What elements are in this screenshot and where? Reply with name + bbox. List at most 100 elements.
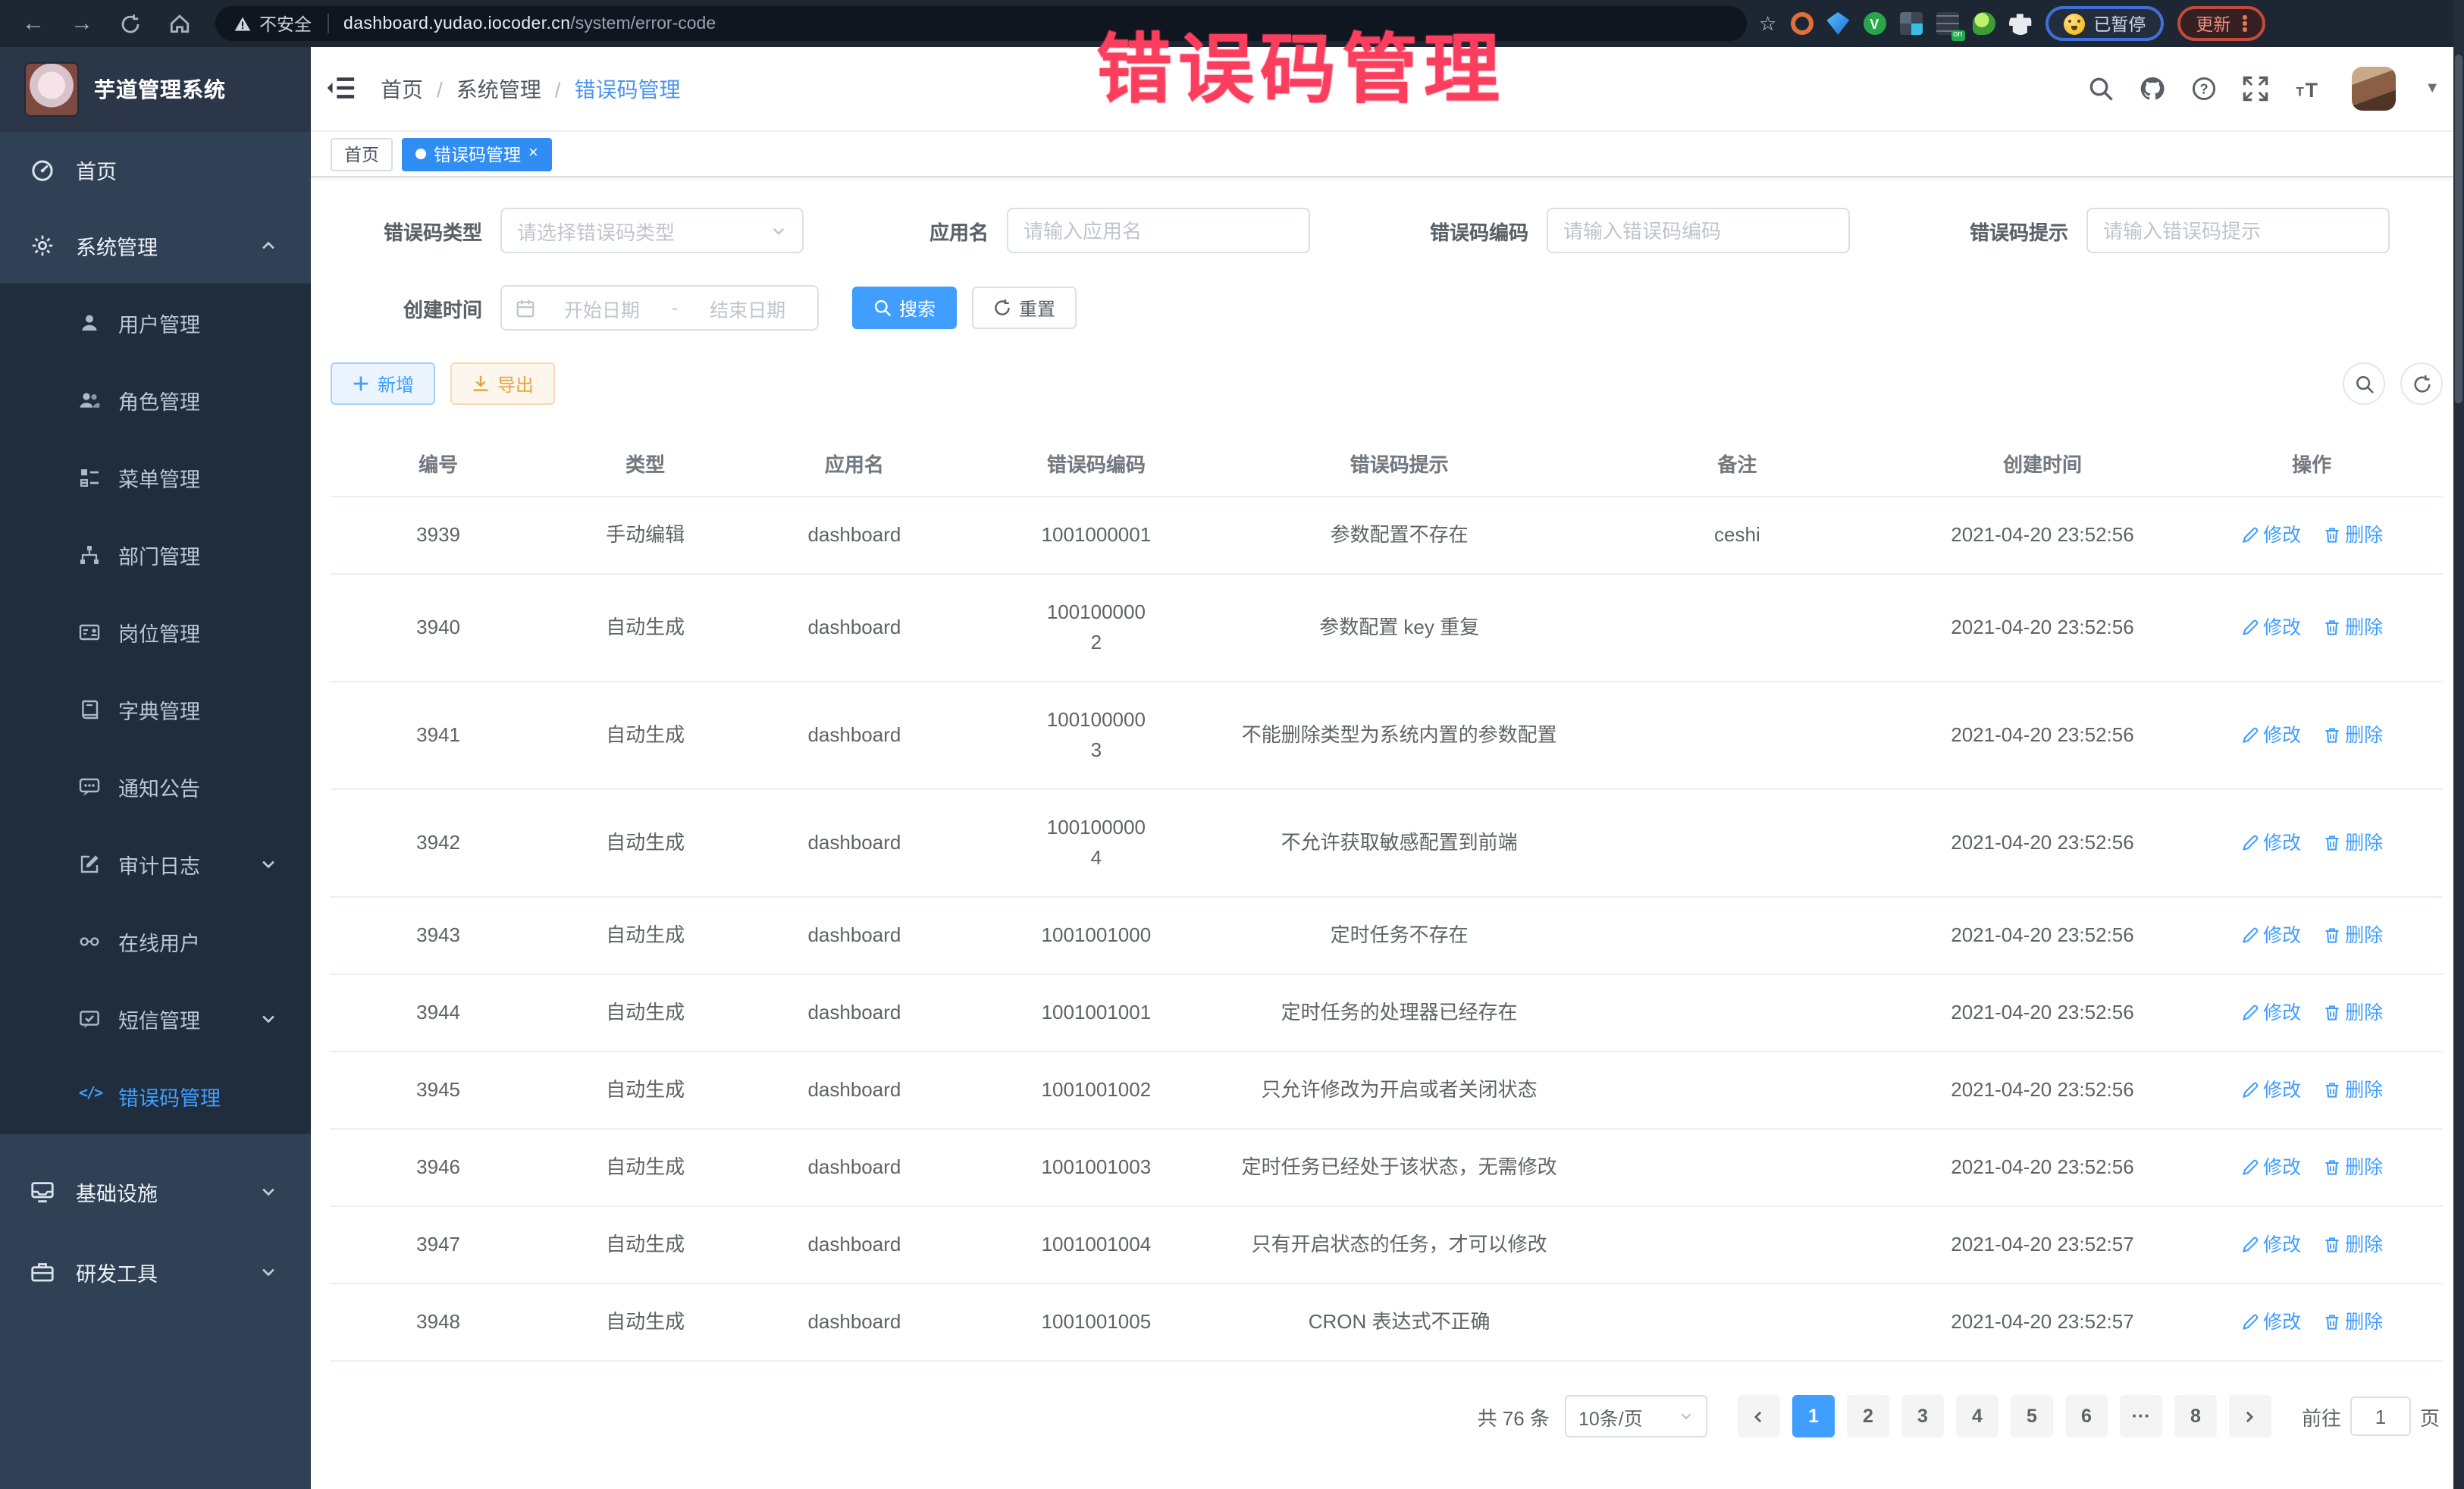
github-icon[interactable] [2140,76,2165,102]
delete-link[interactable]: 删除 [2322,998,2383,1028]
header-search-icon[interactable] [2088,76,2114,102]
breadcrumb-home[interactable]: 首页 [381,74,423,104]
export-button[interactable]: 导出 [450,362,555,405]
goto-page-input[interactable] [2350,1397,2411,1436]
browser-update-button[interactable]: 更新 [2177,6,2265,41]
delete-link[interactable]: 删除 [2322,1230,2383,1260]
user-avatar[interactable] [2352,67,2396,111]
page-button-6[interactable]: 6 [2065,1395,2108,1437]
page-button-5[interactable]: 5 [2011,1395,2053,1437]
tag-close-icon[interactable]: × [528,146,538,162]
edit-link[interactable]: 修改 [2240,1307,2301,1337]
back-icon[interactable]: ← [18,8,49,39]
delete-link[interactable]: 删除 [2322,520,2383,550]
sidebar-item-chat[interactable]: 通知公告 [0,748,311,825]
delete-link[interactable]: 删除 [2322,828,2383,858]
edit-link[interactable]: 修改 [2240,828,2301,858]
extension-icon-check[interactable]: V [1863,12,1886,35]
home-icon[interactable] [164,8,194,39]
error-type-select[interactable]: 请选择错误码类型 [500,208,804,253]
edit-link[interactable]: 修改 [2240,1152,2301,1183]
tag-item[interactable]: 首页 [331,137,393,171]
page-button-4[interactable]: 4 [1956,1395,1998,1437]
sidebar-item-infra[interactable]: 基础设施 [0,1149,311,1234]
page-button-2[interactable]: 2 [1847,1395,1889,1437]
delete-link[interactable]: 删除 [2322,1075,2383,1105]
reload-icon[interactable] [115,8,146,39]
app-name-input[interactable] [1007,208,1310,253]
extension-icon-ring[interactable] [1790,12,1813,35]
edit-link[interactable]: 修改 [2240,1075,2301,1105]
font-size-icon[interactable] [2294,76,2320,102]
edit-link[interactable]: 修改 [2240,998,2301,1028]
table-row[interactable]: 3940自动生成dashboard1001000002参数配置 key 重复20… [331,575,2443,682]
table-row[interactable]: 3948自动生成dashboard1001001005CRON 表达式不正确20… [331,1284,2443,1362]
sidebar-item-msg[interactable]: 短信管理 [0,980,311,1057]
sidebar-item-dashboard[interactable]: 首页 [0,132,311,208]
extension-icon-gem[interactable] [1826,12,1849,35]
browser-menu-icon[interactable] [2243,16,2246,32]
tag-active[interactable]: 错误码管理× [402,137,552,171]
error-hint-input[interactable] [2086,208,2390,253]
sidebar-item-gear[interactable]: 系统管理 [0,208,311,284]
delete-link[interactable]: 删除 [2322,920,2383,951]
edit-link[interactable]: 修改 [2240,920,2301,951]
help-icon[interactable] [2191,76,2217,102]
sidebar-item-card[interactable]: 岗位管理 [0,593,311,670]
window-scrollbar[interactable] [2453,0,2464,1489]
forward-icon[interactable]: → [67,8,97,39]
breadcrumb-system[interactable]: 系统管理 [456,74,541,104]
sidebar-item-users[interactable]: 角色管理 [0,361,311,438]
table-row[interactable]: 3944自动生成dashboard1001001001定时任务的处理器已经存在2… [331,975,2443,1052]
extension-icon-grid[interactable] [1899,12,1922,35]
avatar-caret-icon[interactable]: ▼ [2425,80,2440,97]
edit-link[interactable]: 修改 [2240,613,2301,643]
prev-page-button[interactable] [1738,1395,1780,1437]
delete-link[interactable]: 删除 [2322,1152,2383,1183]
sidebar-item-code[interactable]: </>错误码管理 [0,1057,311,1134]
table-row[interactable]: 3943自动生成dashboard1001001000定时任务不存在2021-0… [331,898,2443,975]
sidebar-item-online[interactable]: 在线用户 [0,902,311,980]
extensions-puzzle-icon[interactable] [2008,12,2031,35]
delete-link[interactable]: 删除 [2322,720,2383,751]
hamburger-icon[interactable] [326,72,359,105]
sidebar-item-tree[interactable]: 部门管理 [0,516,311,593]
edit-link[interactable]: 修改 [2240,520,2301,550]
table-row[interactable]: 3941自动生成dashboard1001000003不能删除类型为系统内置的参… [331,682,2443,790]
address-bar[interactable]: 不安全 dashboard.yudao.iocoder.cn/system/er… [215,6,1747,41]
sidebar-item-tools[interactable]: 研发工具 [0,1234,311,1310]
table-row[interactable]: 3946自动生成dashboard1001001003定时任务已经处于该状态，无… [331,1130,2443,1207]
refresh-table-button[interactable] [2400,362,2443,405]
page-button-3[interactable]: 3 [1901,1395,1944,1437]
page-ellipsis[interactable]: ··· [2120,1395,2162,1437]
fullscreen-icon[interactable] [2243,76,2268,102]
profile-paused-badge[interactable]: 已暂停 [2045,6,2164,41]
table-row[interactable]: 3947自动生成dashboard1001001004只有开启状态的任务，才可以… [331,1207,2443,1284]
search-button[interactable]: 搜索 [852,287,957,329]
table-row[interactable]: 3939手动编辑dashboard1001000001参数配置不存在ceshi2… [331,497,2443,575]
error-code-input[interactable] [1547,208,1850,253]
date-range-picker[interactable]: 开始日期 - 结束日期 [500,285,819,331]
toggle-search-button[interactable] [2343,362,2385,405]
page-button-8[interactable]: 8 [2174,1395,2217,1437]
extension-icon-list[interactable]: on [1936,12,1958,35]
table-row[interactable]: 3945自动生成dashboard1001001002只允许修改为开启或者关闭状… [331,1052,2443,1130]
sidebar-item-book[interactable]: 字典管理 [0,670,311,748]
extension-icon-leaf[interactable] [1972,12,1995,35]
sidebar-item-edit[interactable]: 审计日志 [0,825,311,902]
page-size-select[interactable]: 10条/页 [1565,1395,1707,1437]
security-warning[interactable]: 不安全 [234,11,312,36]
sidebar-item-user[interactable]: 用户管理 [0,284,311,361]
reset-button[interactable]: 重置 [972,287,1077,329]
edit-link[interactable]: 修改 [2240,1230,2301,1260]
sidebar-item-menu[interactable]: 菜单管理 [0,438,311,516]
page-button-1[interactable]: 1 [1792,1395,1835,1437]
bookmark-star-icon[interactable]: ☆ [1759,11,1776,36]
table-row[interactable]: 3942自动生成dashboard1001000004不允许获取敏感配置到前端2… [331,790,2443,898]
scrollbar-thumb[interactable] [2455,55,2462,403]
sidebar-logo[interactable]: 芋道管理系统 [0,47,311,132]
next-page-button[interactable] [2229,1395,2271,1437]
delete-link[interactable]: 删除 [2322,1307,2383,1337]
add-button[interactable]: 新增 [331,362,435,405]
edit-link[interactable]: 修改 [2240,720,2301,751]
